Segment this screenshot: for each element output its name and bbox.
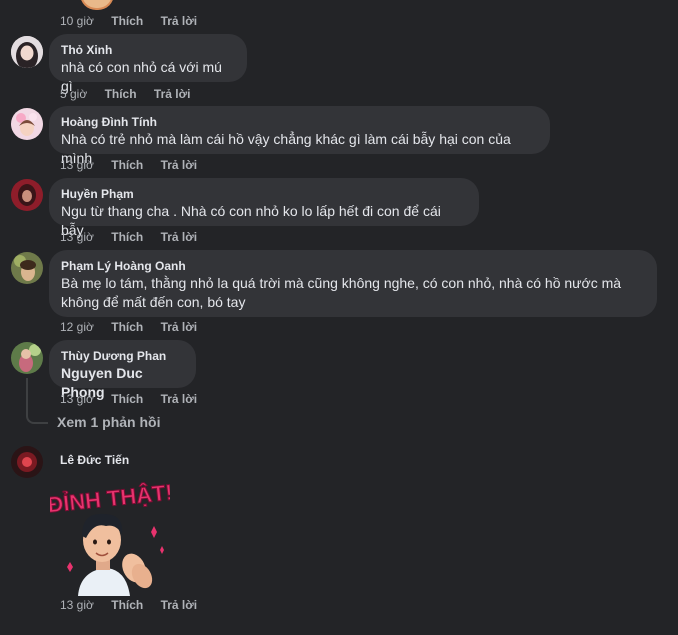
comment-bubble: Hoàng Đình Tính Nhà có trẻ nhỏ mà làm cá… (49, 106, 550, 166)
comment-time[interactable]: 13 giờ (60, 230, 94, 244)
comment-time[interactable]: 5 giờ (60, 87, 87, 101)
reply-button[interactable]: Trả lời (161, 14, 198, 28)
reply-button[interactable]: Trả lời (161, 320, 198, 334)
reply-button[interactable]: Trả lời (161, 230, 198, 244)
comment-actions: 10 giờ Thích Trả lời (60, 14, 211, 28)
like-button[interactable]: Thích (111, 320, 143, 334)
comment-time[interactable]: 13 giờ (60, 392, 94, 406)
like-button[interactable]: Thích (111, 158, 143, 172)
comment-author[interactable]: Phạm Lý Hoàng Oanh (61, 258, 645, 274)
avatar[interactable] (11, 342, 43, 374)
comment-bubble: Phạm Lý Hoàng Oanh Bà mẹ lo tám, thằng n… (49, 250, 657, 317)
comment-actions: 13 giờ Thích Trả lời (60, 230, 211, 244)
comment-bubble: Thỏ Xinh nhà có con nhỏ cá với mú gì (49, 34, 247, 94)
comment-author[interactable]: Lê Đức Tiến (60, 452, 129, 468)
comment-author[interactable]: Thỏ Xinh (61, 42, 235, 58)
like-button[interactable]: Thích (111, 14, 143, 28)
reply-button[interactable]: Trả lời (161, 158, 198, 172)
reply-thread-line (26, 378, 48, 424)
avatar[interactable] (11, 179, 43, 211)
comment-text-line: Bà mẹ lo tám, thằng nhỏ la quá trời mà c… (61, 275, 622, 291)
partial-sticker (80, 0, 114, 10)
comment-time[interactable]: 10 giờ (60, 14, 94, 28)
comment-time[interactable]: 13 giờ (60, 158, 94, 172)
sticker-text: ĐỈNH THẬT! (50, 479, 170, 517)
comment-actions: 5 giờ Thích Trả lời (60, 87, 204, 101)
reply-button[interactable]: Trả lời (154, 87, 191, 101)
avatar[interactable] (11, 446, 43, 478)
view-replies-link[interactable]: Xem 1 phản hồi (57, 414, 160, 430)
like-button[interactable]: Thích (105, 87, 137, 101)
comment-bubble: Thùy Dương Phan Nguyen Duc Phong (49, 340, 196, 400)
comment-time[interactable]: 13 giờ (60, 598, 94, 612)
like-button[interactable]: Thích (111, 230, 143, 244)
reply-button[interactable]: Trả lời (161, 598, 198, 612)
reply-button[interactable]: Trả lời (161, 392, 198, 406)
avatar[interactable] (11, 252, 43, 284)
comment-actions: 13 giờ Thích Trả lời (60, 158, 211, 172)
comment-actions: 12 giờ Thích Trả lời (60, 320, 211, 334)
avatar[interactable] (11, 36, 43, 68)
comment-author[interactable]: Huyền Phạm (61, 186, 467, 202)
comment-actions: 13 giờ Thích Trả lời (60, 598, 211, 612)
avatar[interactable] (11, 108, 43, 140)
comment-actions: 13 giờ Thích Trả lời (60, 392, 211, 406)
like-button[interactable]: Thích (111, 598, 143, 612)
comment-author[interactable]: Hoàng Đình Tính (61, 114, 538, 130)
comment-time[interactable]: 12 giờ (60, 320, 94, 334)
sticker-image[interactable]: ĐỈNH THẬT! (46, 476, 174, 596)
comment-bubble: Huyền Phạm Ngu từ thang cha . Nhà có con… (49, 178, 479, 238)
comment-author[interactable]: Thùy Dương Phan (61, 348, 184, 364)
like-button[interactable]: Thích (111, 392, 143, 406)
comment-text-line: không để mất đến con, bó tay (61, 294, 246, 310)
